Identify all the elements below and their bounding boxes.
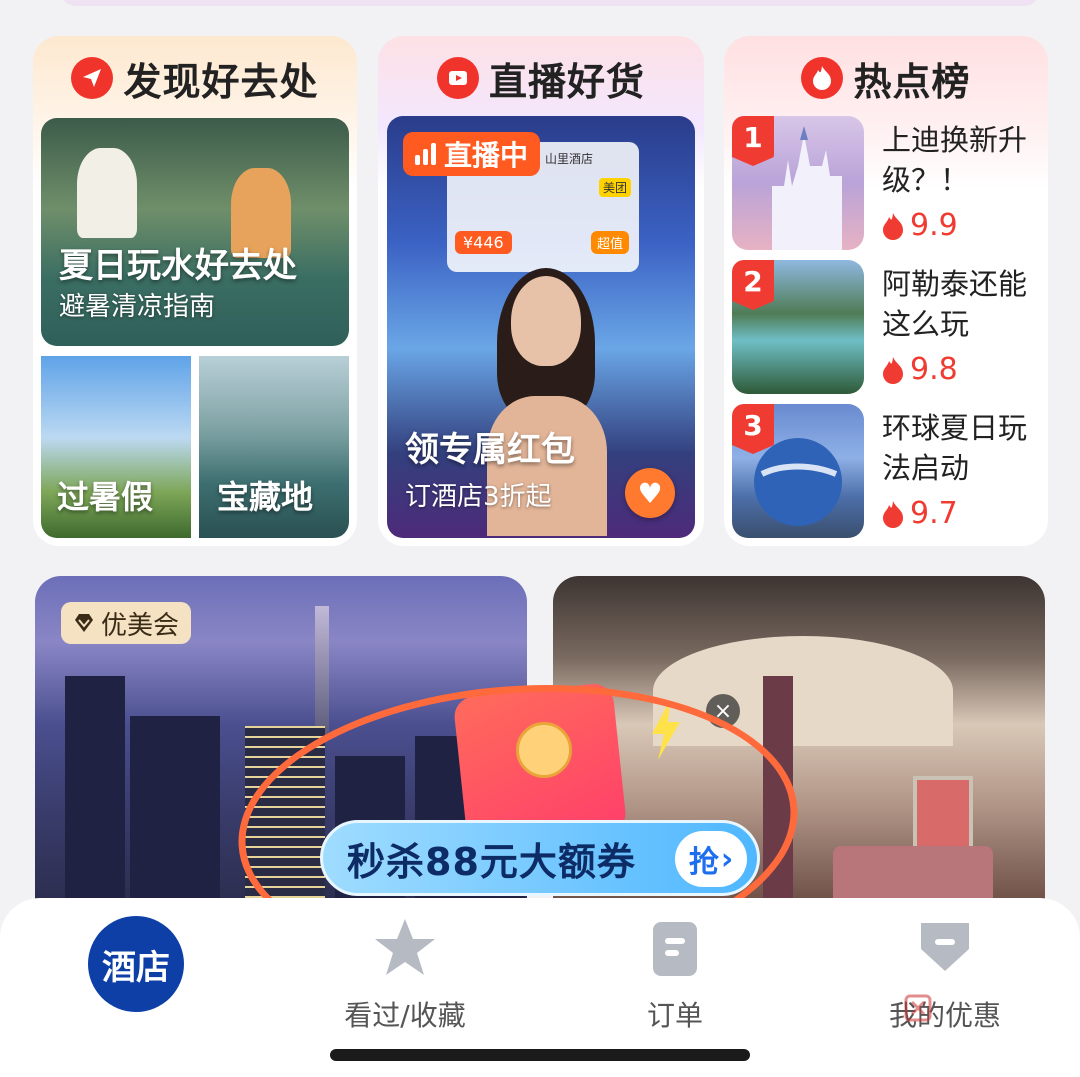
flame-icon [883, 356, 903, 384]
wall-art [913, 776, 973, 856]
hot-score: 9.7 [882, 496, 958, 531]
close-icon[interactable]: × [706, 694, 740, 728]
lightning-icon [652, 700, 680, 760]
flame-icon [883, 500, 903, 528]
hot-item-title: 阿勒泰还能这么玩 [882, 267, 1028, 341]
board-price: ¥446 [455, 231, 512, 254]
top-strip [0, 0, 1080, 14]
signal-bars-icon [415, 143, 436, 165]
top-banner-edge [60, 0, 1040, 6]
live-title: 直播好货 [488, 59, 645, 104]
hot-item-title: 上迪换新升级？！ [882, 123, 1028, 197]
discover-title: 发现好去处 [123, 59, 319, 104]
flame-icon [883, 212, 903, 240]
coupon-popup[interactable]: 秒杀88元大额券 抢 › [320, 682, 760, 900]
building [65, 676, 125, 906]
vip-tag-text: 优美会 [101, 610, 180, 641]
discover-card[interactable]: 发现好去处 夏日玩水好去处 避暑清凉指南 过暑假 宝藏地 [33, 36, 357, 546]
hot-title: 热点榜 [853, 59, 971, 104]
hot-score: 9.8 [882, 352, 958, 387]
coupon-icon [910, 912, 980, 982]
tab-favorites[interactable]: 看过/收藏 [305, 912, 505, 1042]
live-stream-tile[interactable]: 山里酒店 美团 ¥446 超值 直播中 领专属红包 订酒店3折起 ♥ [387, 116, 695, 538]
summer-water-tile[interactable]: 夏日玩水好去处 避暑清凉指南 [41, 118, 349, 346]
hot-item[interactable]: 2 阿勒泰还能这么玩 9.8 [732, 260, 1042, 394]
diamond-icon [75, 614, 93, 632]
grab-label: 抢 [688, 845, 719, 880]
treasure-place-tile[interactable]: 宝藏地 [199, 356, 349, 538]
board-deal: 超值 [590, 231, 629, 254]
host-face [511, 276, 581, 366]
hot-score-value: 9.9 [910, 208, 958, 243]
hot-score-value: 9.8 [910, 352, 958, 387]
vip-tag: 优美会 [61, 602, 192, 644]
live-badge: 直播中 [403, 132, 541, 176]
live-tile-subtitle: 订酒店3折起 [405, 482, 552, 512]
heart-icon[interactable]: ♥ [625, 468, 675, 518]
hot-score: 9.9 [882, 208, 958, 243]
home-indicator[interactable] [330, 1049, 750, 1061]
room-pillar [763, 676, 793, 906]
person-figure [77, 148, 137, 238]
hot-item[interactable]: 3 环球夏日玩法启动 9.7 [732, 404, 1042, 538]
rank-badge: 1 [732, 116, 774, 166]
play-icon [436, 57, 479, 99]
rank-badge: 3 [732, 404, 774, 454]
hot-score-value: 9.7 [910, 496, 958, 531]
summer-tile-title: 夏日玩水好去处 [59, 246, 297, 286]
coupon-deal-bar[interactable]: 秒杀88元大额券 抢 › [320, 820, 760, 896]
flame-icon [801, 57, 844, 99]
watermark-logo [904, 990, 1024, 1026]
live-tile-title: 领专属红包 [405, 430, 575, 470]
coupon-deal-text: 秒杀88元大额券 [347, 839, 636, 884]
board-brand: 美团 [598, 178, 631, 197]
clipboard-icon [640, 912, 710, 982]
hot-item-title: 环球夏日玩法启动 [882, 411, 1028, 485]
live-badge-text: 直播中 [444, 139, 529, 172]
smiley-icon [516, 722, 572, 778]
rank-badge: 2 [732, 260, 774, 310]
hot-ranking-card[interactable]: 热点榜 1 上迪换新升级？！ 9.9 2 阿勒泰还能这么玩 9.8 3 环球夏日… [724, 36, 1048, 546]
star-icon [370, 912, 440, 982]
summer-tile-subtitle: 避暑清凉指南 [59, 292, 216, 322]
live-header: 直播好货 [378, 52, 704, 104]
tab-hotel[interactable]: 酒店 [36, 916, 236, 1046]
hot-header: 热点榜 [724, 52, 1048, 104]
tab-hotel-label: 酒店 [88, 916, 184, 1012]
summer-vacation-tile[interactable]: 过暑假 [41, 356, 191, 538]
vacation-tile-title: 过暑假 [57, 478, 154, 516]
tab-orders[interactable]: 订单 [575, 912, 775, 1042]
live-card[interactable]: 直播好货 山里酒店 美团 ¥446 超值 直播中 领专属红包 订酒店3折起 ♥ [378, 36, 704, 546]
hot-item[interactable]: 1 上迪换新升级？！ 9.9 [732, 116, 1042, 250]
send-icon [71, 57, 114, 99]
tab-favorites-label: 看过/收藏 [344, 999, 466, 1032]
treasure-tile-title: 宝藏地 [217, 478, 314, 516]
chevron-right-icon: › [720, 841, 734, 877]
discover-header: 发现好去处 [33, 52, 357, 104]
room-sofa [833, 846, 993, 906]
grab-button[interactable]: 抢 › [675, 831, 747, 887]
tab-orders-label: 订单 [646, 999, 703, 1032]
building [130, 716, 220, 906]
building [245, 726, 325, 906]
